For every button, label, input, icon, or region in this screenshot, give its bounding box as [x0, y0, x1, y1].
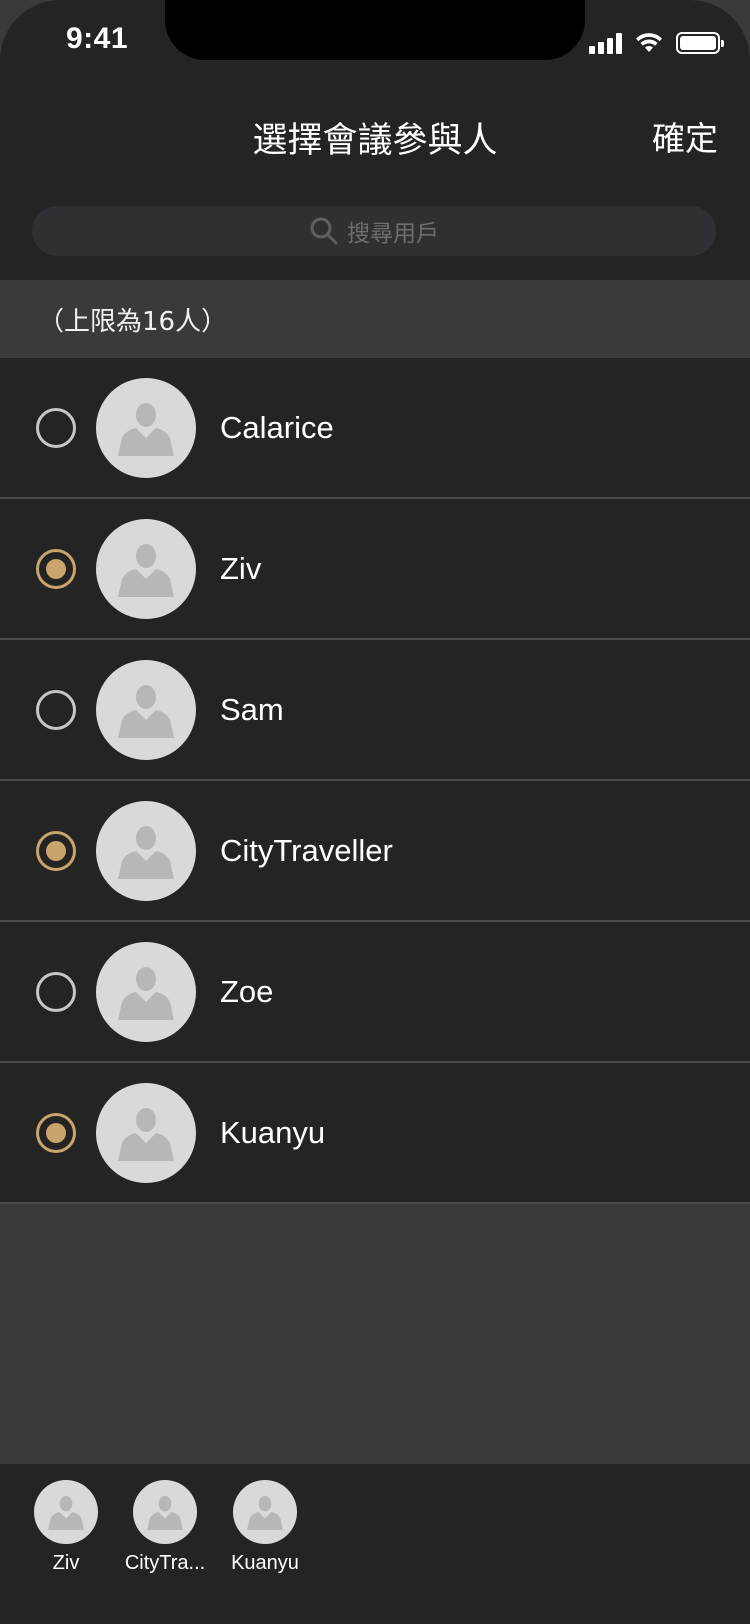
wifi-icon: [636, 33, 662, 52]
limit-note: （上限為16人）: [38, 306, 228, 337]
page-title: 選擇會議參與人: [252, 121, 498, 161]
limit-section-header: （上限為16人）: [0, 280, 750, 358]
cellular-signal-icon: [589, 32, 622, 54]
participant-name: Ziv: [220, 550, 262, 586]
person-icon: [118, 684, 174, 738]
person-icon: [118, 543, 174, 597]
avatar: [233, 1480, 297, 1544]
participant-list: Calarice Ziv Sam CityTraveller Zoe Kuanyu: [0, 358, 750, 1204]
selected-participant-name: Kuanyu: [231, 1552, 299, 1574]
radio-button[interactable]: [36, 407, 76, 448]
search-icon: [310, 217, 338, 245]
participant-row[interactable]: Calarice: [0, 358, 750, 499]
selected-participant-chip[interactable]: Kuanyu: [205, 1480, 325, 1575]
participant-name: CityTraveller: [220, 832, 393, 868]
participant-name: Zoe: [220, 973, 274, 1009]
participant-name: Kuanyu: [220, 1114, 326, 1150]
participant-row[interactable]: Kuanyu: [0, 1063, 750, 1204]
participant-name: Calarice: [220, 409, 334, 445]
avatar: [96, 377, 196, 478]
status-icons: [589, 30, 724, 56]
radio-button[interactable]: [36, 548, 76, 589]
radio-button[interactable]: [36, 689, 76, 730]
participant-name: Sam: [220, 691, 284, 727]
avatar: [96, 941, 196, 1042]
person-icon: [247, 1496, 283, 1530]
search-placeholder: 搜尋用戶: [347, 221, 439, 247]
participant-row[interactable]: Ziv: [0, 499, 750, 640]
person-icon: [118, 966, 174, 1020]
avatar: [133, 1480, 197, 1544]
battery-icon: [676, 32, 724, 54]
avatar: [96, 800, 196, 901]
avatar: [34, 1480, 98, 1544]
avatar: [96, 518, 196, 619]
confirm-button[interactable]: 確定: [652, 112, 718, 160]
participant-row[interactable]: CityTraveller: [0, 781, 750, 922]
radio-button[interactable]: [36, 971, 76, 1012]
person-icon: [48, 1496, 84, 1530]
person-icon: [118, 825, 174, 879]
phone-screen: 9:41 選擇會議參與人 確定 搜尋用戶 （上限為16人） Calarice Zi…: [0, 0, 750, 1624]
radio-button[interactable]: [36, 1112, 76, 1153]
participant-row[interactable]: Zoe: [0, 922, 750, 1063]
avatar: [96, 1082, 196, 1183]
person-icon: [118, 402, 174, 456]
avatar: [96, 659, 196, 760]
search-input[interactable]: 搜尋用戶: [32, 206, 716, 256]
status-time: 9:41: [66, 22, 129, 55]
person-icon: [147, 1496, 183, 1530]
radio-button[interactable]: [36, 830, 76, 871]
person-icon: [118, 1107, 174, 1161]
selected-participants-bar: Ziv CityTra... Kuanyu: [0, 1464, 750, 1624]
header: 9:41 選擇會議參與人 確定 搜尋用戶: [0, 0, 750, 280]
participant-row[interactable]: Sam: [0, 640, 750, 781]
device-notch: [165, 0, 585, 60]
